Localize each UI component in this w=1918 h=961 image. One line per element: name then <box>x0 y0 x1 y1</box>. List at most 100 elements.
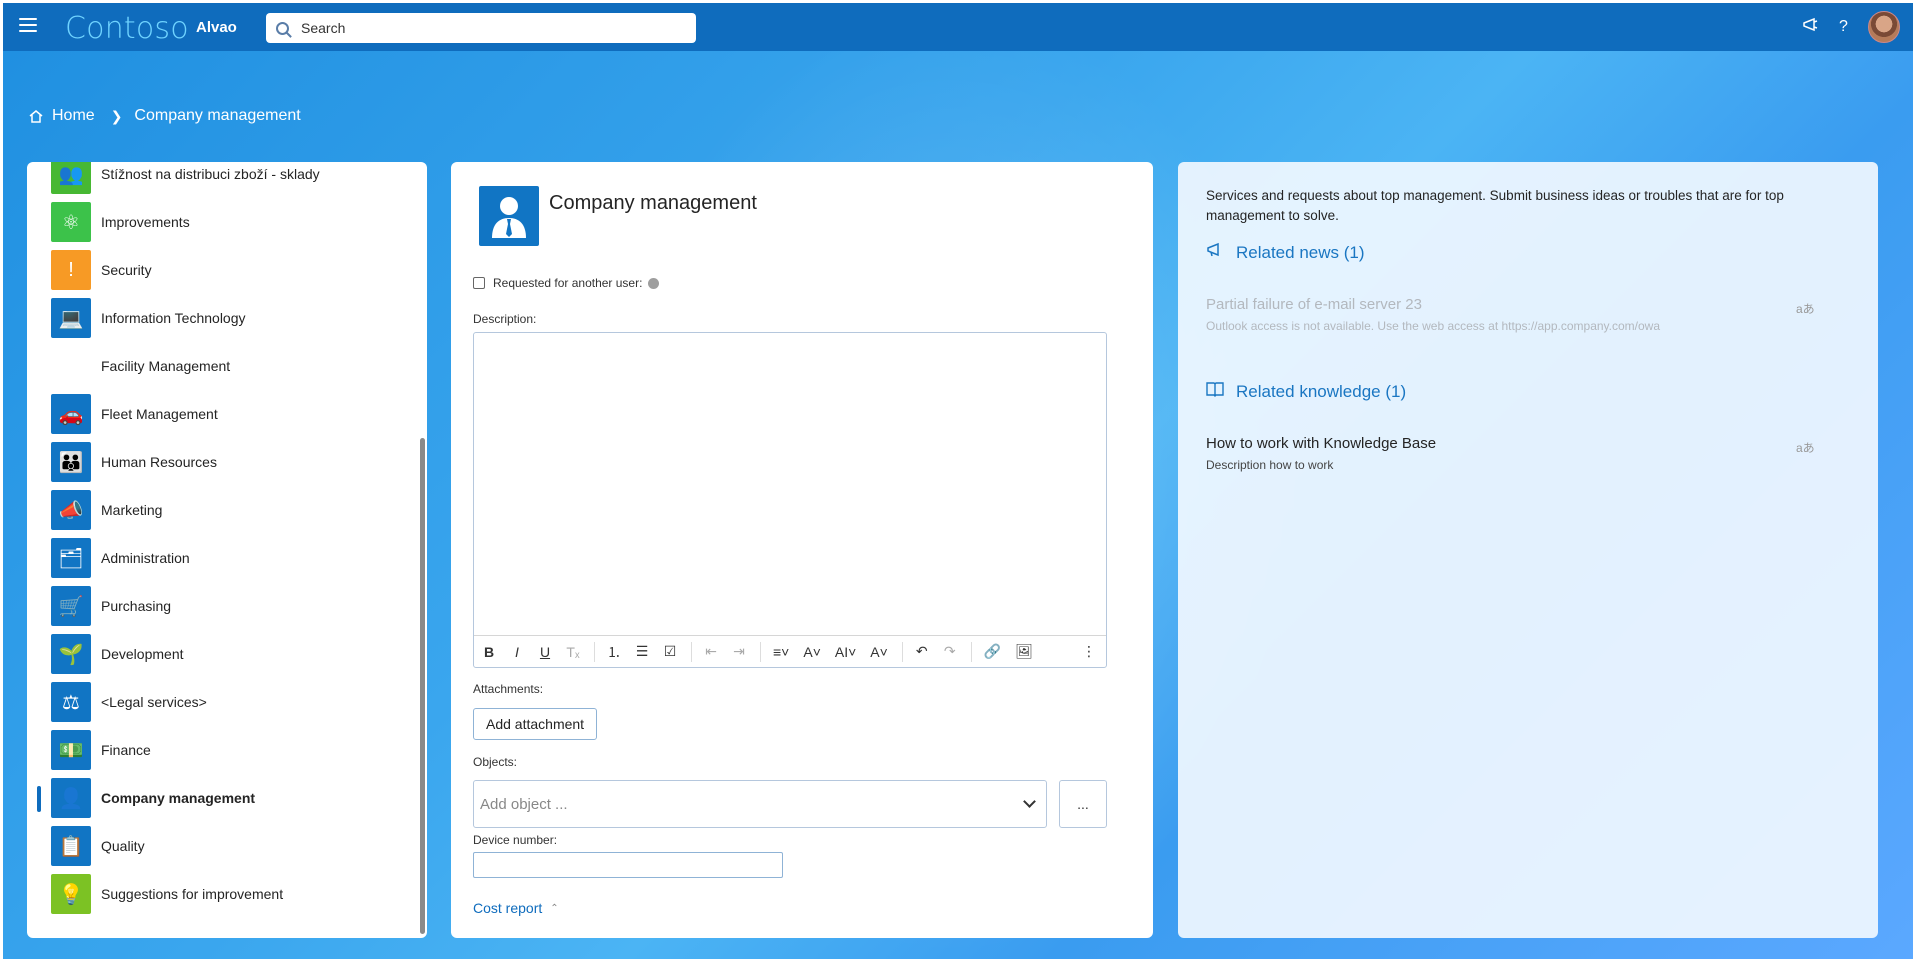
page-title: Company management <box>549 192 757 214</box>
insert-image-icon[interactable]: 🖼 <box>1015 643 1033 660</box>
chevron-down-icon <box>1023 795 1036 808</box>
service-description: Services and requests about top manageme… <box>1206 188 1784 223</box>
car-icon: 🚗 <box>51 394 91 434</box>
clear-format-icon[interactable]: Tₓ <box>566 644 580 660</box>
object-browse-button[interactable]: ... <box>1059 780 1107 828</box>
related-news-heading[interactable]: Related news (1) <box>1206 242 1365 263</box>
add-attachment-button[interactable]: Add attachment <box>473 708 598 740</box>
sidebar-scrollbar[interactable] <box>420 438 425 934</box>
sidebar-item[interactable]: 🛒 Purchasing <box>27 582 417 630</box>
related-knowledge-heading[interactable]: Related knowledge (1) <box>1206 381 1406 402</box>
objects-label: Objects: <box>473 755 518 769</box>
megaphone-icon: 📣 <box>51 490 91 530</box>
cart-icon: 🛒 <box>51 586 91 626</box>
editor-toolbar: B I U Tₓ ⒈ ☰ ☑ ⇤ ⇥ ≡˅ A˅ AI˅ A˅ ↶ ↷ 🔗 🖼 ⋮ <box>474 635 1106 667</box>
sidebar-item[interactable]: 📋 Quality <box>27 822 417 870</box>
top-bar: Contoso Alvao ? <box>3 3 1913 51</box>
font-color-icon[interactable]: A˅ <box>870 644 888 660</box>
product-name: Alvao <box>196 19 237 36</box>
bold-icon[interactable]: B <box>482 644 496 660</box>
translate-icon[interactable]: aあ <box>1796 300 1815 317</box>
book-icon <box>1206 381 1226 402</box>
sidebar-item-label: <Legal services> <box>101 694 207 710</box>
sidebar-item-label: Facility Management <box>101 358 231 374</box>
sidebar-item[interactable]: 🚗 Fleet Management <box>27 390 417 438</box>
sidebar-item-label: Purchasing <box>101 598 172 614</box>
sidebar-item-label: Stížnost na distribuci zboží - sklady <box>101 166 320 182</box>
sidebar-item[interactable]: 👤 Company management <box>27 774 417 822</box>
toolbar-divider <box>760 641 761 662</box>
cost-report-toggle[interactable]: Cost report ⌃ <box>473 900 559 916</box>
brand-logo[interactable]: Contoso <box>65 11 189 46</box>
sidebar-item-label: Fleet Management <box>101 406 218 422</box>
sidebar-item-label: Human Resources <box>101 454 217 470</box>
requested-for-another-row: Requested for another user: <box>473 276 660 290</box>
search-input[interactable] <box>301 20 681 36</box>
toolbar-divider <box>691 641 692 662</box>
outdent-icon[interactable]: ⇤ <box>704 643 718 660</box>
add-object-placeholder: Add object ... <box>480 795 568 813</box>
bullet-list-icon[interactable]: ☰ <box>635 643 649 660</box>
undo-icon[interactable]: ↶ <box>915 643 929 660</box>
sidebar-item-label: Suggestions for improvement <box>101 886 284 902</box>
sidebar-item[interactable]: 📣 Marketing <box>27 486 417 534</box>
avatar[interactable] <box>1868 11 1900 43</box>
related-news-title: Related news (1) <box>1236 242 1365 262</box>
toolbar-divider <box>901 641 903 662</box>
toolbar-divider <box>970 641 972 662</box>
indent-icon[interactable]: ⇥ <box>732 643 746 660</box>
sidebar-item[interactable]: 🗂 Administration <box>27 534 417 582</box>
knowledge-item-title[interactable]: How to work with Knowledge Base <box>1206 435 1436 452</box>
sidebar-item-label: Security <box>101 262 152 278</box>
sidebar-item-label: Marketing <box>101 502 163 518</box>
people-icon: 👥 <box>51 162 91 194</box>
more-vertical-icon[interactable]: ⋮ <box>1082 643 1096 660</box>
italic-icon[interactable]: I <box>510 644 524 660</box>
sidebar-item[interactable]: 👪 Human Resources <box>27 438 417 486</box>
sidebar-item-label: Quality <box>101 838 145 854</box>
sidebar-item-label: Information Technology <box>101 310 246 326</box>
redo-icon[interactable]: ↷ <box>943 643 957 660</box>
font-icon[interactable]: AI˅ <box>835 644 856 660</box>
desk-icon: 💻 <box>51 298 91 338</box>
requested-for-another-checkbox[interactable] <box>473 277 485 289</box>
numbered-list-icon[interactable]: ⒈ <box>607 642 621 662</box>
sidebar-item-label: Improvements <box>101 214 190 230</box>
help-icon[interactable]: ? <box>1839 18 1848 36</box>
breadcrumb-home[interactable]: Home <box>52 107 95 125</box>
menu-icon[interactable] <box>19 18 37 34</box>
underline-icon[interactable]: U <box>538 644 552 660</box>
sidebar-item[interactable]: ! Security <box>27 246 417 294</box>
sidebar-item[interactable]: Facility Management <box>27 342 417 390</box>
home-icon[interactable] <box>28 109 44 123</box>
atom-icon: ⚛ <box>51 202 91 242</box>
sidebar-item[interactable]: 🌱 Development <box>27 630 417 678</box>
shield-icon: ! <box>51 250 91 290</box>
sidebar-list: 👥 Stížnost na distribuci zboží - sklady ⚛ I… <box>27 162 417 918</box>
news-item-title[interactable]: Partial failure of e-mail server 23 <box>1206 296 1422 313</box>
add-object-select[interactable]: Add object ... <box>473 780 1047 828</box>
sidebar-item[interactable]: 👥 Stížnost na distribuci zboží - sklady <box>27 162 417 198</box>
font-size-icon[interactable]: A˅ <box>803 644 821 660</box>
info-icon[interactable] <box>648 277 660 289</box>
service-catalog-sidebar: 👥 Stížnost na distribuci zboží - sklady ⚛ I… <box>27 162 427 938</box>
sidebar-item[interactable]: 💡 Suggestions for improvement <box>27 870 417 918</box>
translate-icon[interactable]: aあ <box>1796 439 1815 456</box>
breadcrumb: Home ❯ Company management <box>28 107 301 125</box>
scales-icon: ⚖ <box>51 682 91 722</box>
service-info-panel: Services and requests about top manageme… <box>1178 162 1878 938</box>
link-icon[interactable]: 🔗 <box>984 643 1001 660</box>
sidebar-item[interactable]: 💻 Information Technology <box>27 294 417 342</box>
sidebar-item[interactable]: ⚛ Improvements <box>27 198 417 246</box>
sidebar-item[interactable]: ⚖ <Legal services> <box>27 678 417 726</box>
chevron-up-icon: ⌃ <box>550 902 559 914</box>
checklist-icon[interactable]: ☑ <box>663 643 677 660</box>
announcement-icon[interactable] <box>1802 17 1820 38</box>
sidebar-item-label: Development <box>101 646 184 662</box>
group-icon: 👪 <box>51 442 91 482</box>
device-number-input[interactable] <box>473 852 783 878</box>
description-editor[interactable]: B I U Tₓ ⒈ ☰ ☑ ⇤ ⇥ ≡˅ A˅ AI˅ A˅ ↶ ↷ 🔗 🖼 ⋮ <box>473 332 1107 668</box>
align-icon[interactable]: ≡˅ <box>773 644 789 660</box>
search-box[interactable] <box>266 13 696 43</box>
sidebar-item[interactable]: 💵 Finance <box>27 726 417 774</box>
